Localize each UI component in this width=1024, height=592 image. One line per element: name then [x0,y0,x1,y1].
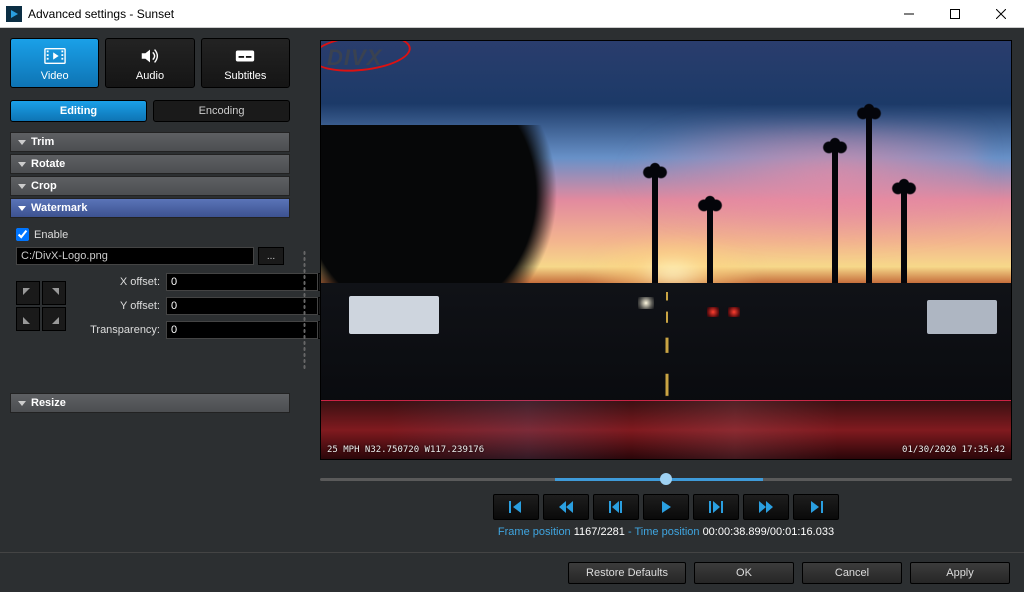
app-icon [6,6,22,22]
subtab-encoding[interactable]: Encoding [153,100,290,122]
film-icon [44,47,66,68]
browse-button[interactable]: ... [258,247,284,265]
anchor-top-right[interactable] [42,281,66,305]
anchor-bottom-right[interactable] [42,307,66,331]
section-rotate[interactable]: Rotate [10,154,290,174]
transparency-input[interactable] [166,321,318,339]
transparency-label: Transparency: [84,324,166,336]
ok-button[interactable]: OK [694,562,794,584]
tab-audio-label: Audio [136,70,164,82]
section-watermark[interactable]: Watermark [10,198,290,218]
apply-button[interactable]: Apply [910,562,1010,584]
speaker-icon [139,47,161,68]
restore-defaults-button[interactable]: Restore Defaults [568,562,686,584]
timeline-slider[interactable] [320,470,1012,488]
watermark-text: DIVX [327,45,382,71]
subtab-editing[interactable]: Editing [10,100,147,122]
watermark-enable-label: Enable [34,229,68,241]
tab-subtitles[interactable]: Subtitles [201,38,290,88]
y-offset-label: Y offset: [84,300,166,312]
frame-time-info: Frame position 1167/2281 - Time position… [308,526,1024,538]
window-minimize-button[interactable] [886,0,932,28]
video-preview: DIVX 25 MPH N32.750720 W117.239176 01/30… [320,40,1012,460]
section-resize[interactable]: Resize [10,393,290,413]
anchor-top-left[interactable] [16,281,40,305]
prev-frame-button[interactable] [593,494,639,520]
x-offset-label: X offset: [84,276,166,288]
fast-forward-button[interactable] [743,494,789,520]
play-button[interactable] [643,494,689,520]
window-titlebar: Advanced settings - Sunset [0,0,1024,28]
splitter-handle[interactable] [300,28,308,592]
tab-video[interactable]: Video [10,38,99,88]
window-close-button[interactable] [978,0,1024,28]
tab-audio[interactable]: Audio [105,38,194,88]
watermark-path-input[interactable] [16,247,254,265]
watermark-overlay: DIVX [327,45,382,71]
overlay-bottom-left: 25 MPH N32.750720 W117.239176 [327,445,484,455]
goto-start-button[interactable] [493,494,539,520]
tab-subtitles-label: Subtitles [224,70,266,82]
window-maximize-button[interactable] [932,0,978,28]
rewind-button[interactable] [543,494,589,520]
window-title: Advanced settings - Sunset [28,7,174,21]
next-frame-button[interactable] [693,494,739,520]
y-offset-input[interactable] [166,297,318,315]
section-trim[interactable]: Trim [10,132,290,152]
goto-end-button[interactable] [793,494,839,520]
watermark-panel: Enable ... X offset: [10,220,290,357]
x-offset-input[interactable] [166,273,318,291]
anchor-bottom-left[interactable] [16,307,40,331]
subtitles-icon [234,47,256,68]
section-crop[interactable]: Crop [10,176,290,196]
cancel-button[interactable]: Cancel [802,562,902,584]
tab-video-label: Video [41,70,69,82]
overlay-bottom-right: 01/30/2020 17:35:42 [902,445,1005,455]
watermark-enable-checkbox[interactable] [16,228,29,241]
